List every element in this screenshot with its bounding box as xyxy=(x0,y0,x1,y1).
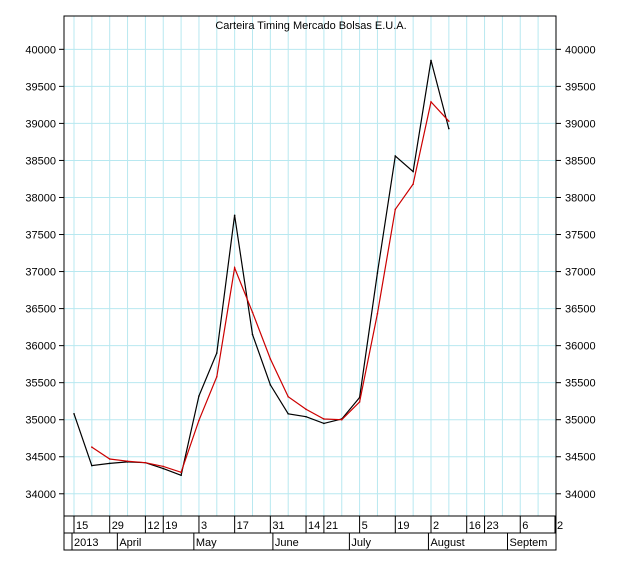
x-day-label: 17 xyxy=(237,520,249,532)
series-2-point xyxy=(412,183,414,185)
series-1-point xyxy=(180,474,182,477)
x-day-label: 6 xyxy=(522,520,528,532)
series-1-point xyxy=(394,155,397,157)
series-2-point xyxy=(180,471,182,474)
series-2-point xyxy=(430,101,432,103)
series-2-point xyxy=(91,446,93,448)
x-day-label: 19 xyxy=(165,520,177,532)
series-2-point xyxy=(162,465,165,468)
x-month-label: June xyxy=(275,537,299,549)
series-2-point xyxy=(305,408,307,411)
series-2-point xyxy=(251,311,254,314)
y-tick-label-left: 34000 xyxy=(25,489,56,501)
x-month-label: 2013 xyxy=(74,537,98,549)
y-tick-label-left: 37000 xyxy=(25,267,56,279)
series-1-point xyxy=(162,467,165,470)
x-day-label: 3 xyxy=(201,520,207,532)
series-2-point xyxy=(269,358,272,360)
y-axis-right: 34000 34500 35000 35500 36000 36500 37000 37500… xyxy=(556,44,596,501)
series-1-point xyxy=(91,464,93,467)
x-month-label: Septem xyxy=(510,537,548,549)
x-day-label: 23 xyxy=(487,520,499,532)
y-tick-label-right: 35500 xyxy=(565,378,596,390)
series-2-point xyxy=(198,419,200,422)
y-tick-label-right: 36000 xyxy=(565,341,596,353)
series-2-point xyxy=(340,418,343,421)
series-1-point xyxy=(233,214,236,217)
y-tick-label-left: 40000 xyxy=(25,44,56,56)
x-month-label: August xyxy=(430,537,464,549)
y-tick-label-right: 38500 xyxy=(565,155,596,167)
x-day-label: 12 xyxy=(147,520,159,532)
series-1-point xyxy=(376,272,379,274)
y-tick-label-right: 40000 xyxy=(565,44,596,56)
series-1-point xyxy=(251,333,254,336)
y-tick-label-right: 38000 xyxy=(565,192,596,204)
y-tick-label-left: 35000 xyxy=(25,415,56,427)
series-2-point xyxy=(126,460,129,462)
y-tick-label-left: 36500 xyxy=(25,304,56,316)
y-tick-label-left: 37500 xyxy=(25,230,56,242)
series-2-point xyxy=(108,458,111,460)
y-tick-label-left: 38000 xyxy=(25,192,56,204)
x-day-label: 31 xyxy=(272,520,284,532)
series-1-point xyxy=(73,412,75,415)
series-2-point xyxy=(233,267,236,269)
x-day-label: 2 xyxy=(433,520,439,532)
y-tick-label-right: 37500 xyxy=(565,230,596,242)
chart-title: Carteira Timing Mercado Bolsas E.U.A. xyxy=(215,20,406,32)
chart-svg: Carteira Timing Mercado Bolsas E.U.A. 34… xyxy=(25,15,596,551)
x-day-label: 2 xyxy=(557,520,563,532)
y-tick-label-left: 34500 xyxy=(25,452,56,464)
x-month-label: April xyxy=(119,537,141,549)
series-2-point xyxy=(358,401,361,403)
series-2-point xyxy=(323,418,325,420)
series-1-point xyxy=(323,422,325,425)
series-1-point xyxy=(430,59,432,62)
y-tick-label-right: 37000 xyxy=(565,267,596,279)
y-tick-label-left: 35500 xyxy=(25,378,56,390)
series-1-point xyxy=(269,384,272,386)
grid-layer xyxy=(64,16,557,516)
y-tick-label-left: 39000 xyxy=(25,118,56,130)
series-1-point xyxy=(287,412,290,415)
x-month-label: May xyxy=(196,537,217,549)
y-tick-label-right: 36500 xyxy=(565,304,596,316)
x-day-label: 21 xyxy=(326,520,338,532)
y-tick-label-left: 38500 xyxy=(25,155,56,167)
series-line-1 xyxy=(73,60,450,477)
series-1-point xyxy=(305,415,307,418)
x-axis: 15 29 12 19 3 17 31 14 21 5 19 2 16 23 6 2 2013 April May J… xyxy=(63,515,563,551)
series-2-point xyxy=(216,375,218,378)
series-2-point xyxy=(287,395,290,398)
chart: Carteira Timing Mercado Bolsas E.U.A. 34… xyxy=(0,0,635,567)
x-day-label: 19 xyxy=(397,520,409,532)
series-1-point xyxy=(412,170,414,173)
x-day-label: 15 xyxy=(76,520,88,532)
x-day-label: 29 xyxy=(112,520,124,532)
plot-frame xyxy=(63,15,557,517)
x-day-label: 5 xyxy=(362,520,368,532)
series-1-point xyxy=(198,395,200,397)
series-2-point xyxy=(394,208,397,211)
series-1-point xyxy=(108,462,111,465)
y-tick-label-left: 36000 xyxy=(25,341,56,353)
y-tick-label-right: 35000 xyxy=(565,415,596,427)
y-tick-label-right: 34000 xyxy=(565,489,596,501)
series-1-point xyxy=(216,352,218,354)
series-2-point xyxy=(144,461,147,464)
y-tick-label-right: 39500 xyxy=(565,81,596,93)
y-tick-label-right: 39000 xyxy=(565,118,596,130)
x-day-label: 14 xyxy=(308,520,320,532)
series-layer xyxy=(73,59,450,477)
series-2-point xyxy=(448,120,450,122)
y-axis-left: 34000 34500 35000 35500 36000 36500 37000 37500… xyxy=(25,44,64,501)
series-1-point xyxy=(448,127,450,130)
y-tick-label-right: 34500 xyxy=(565,452,596,464)
x-day-label: 16 xyxy=(469,520,481,532)
series-2-point xyxy=(376,312,379,315)
x-month-label: July xyxy=(351,537,371,549)
y-tick-label-left: 39500 xyxy=(25,81,56,93)
